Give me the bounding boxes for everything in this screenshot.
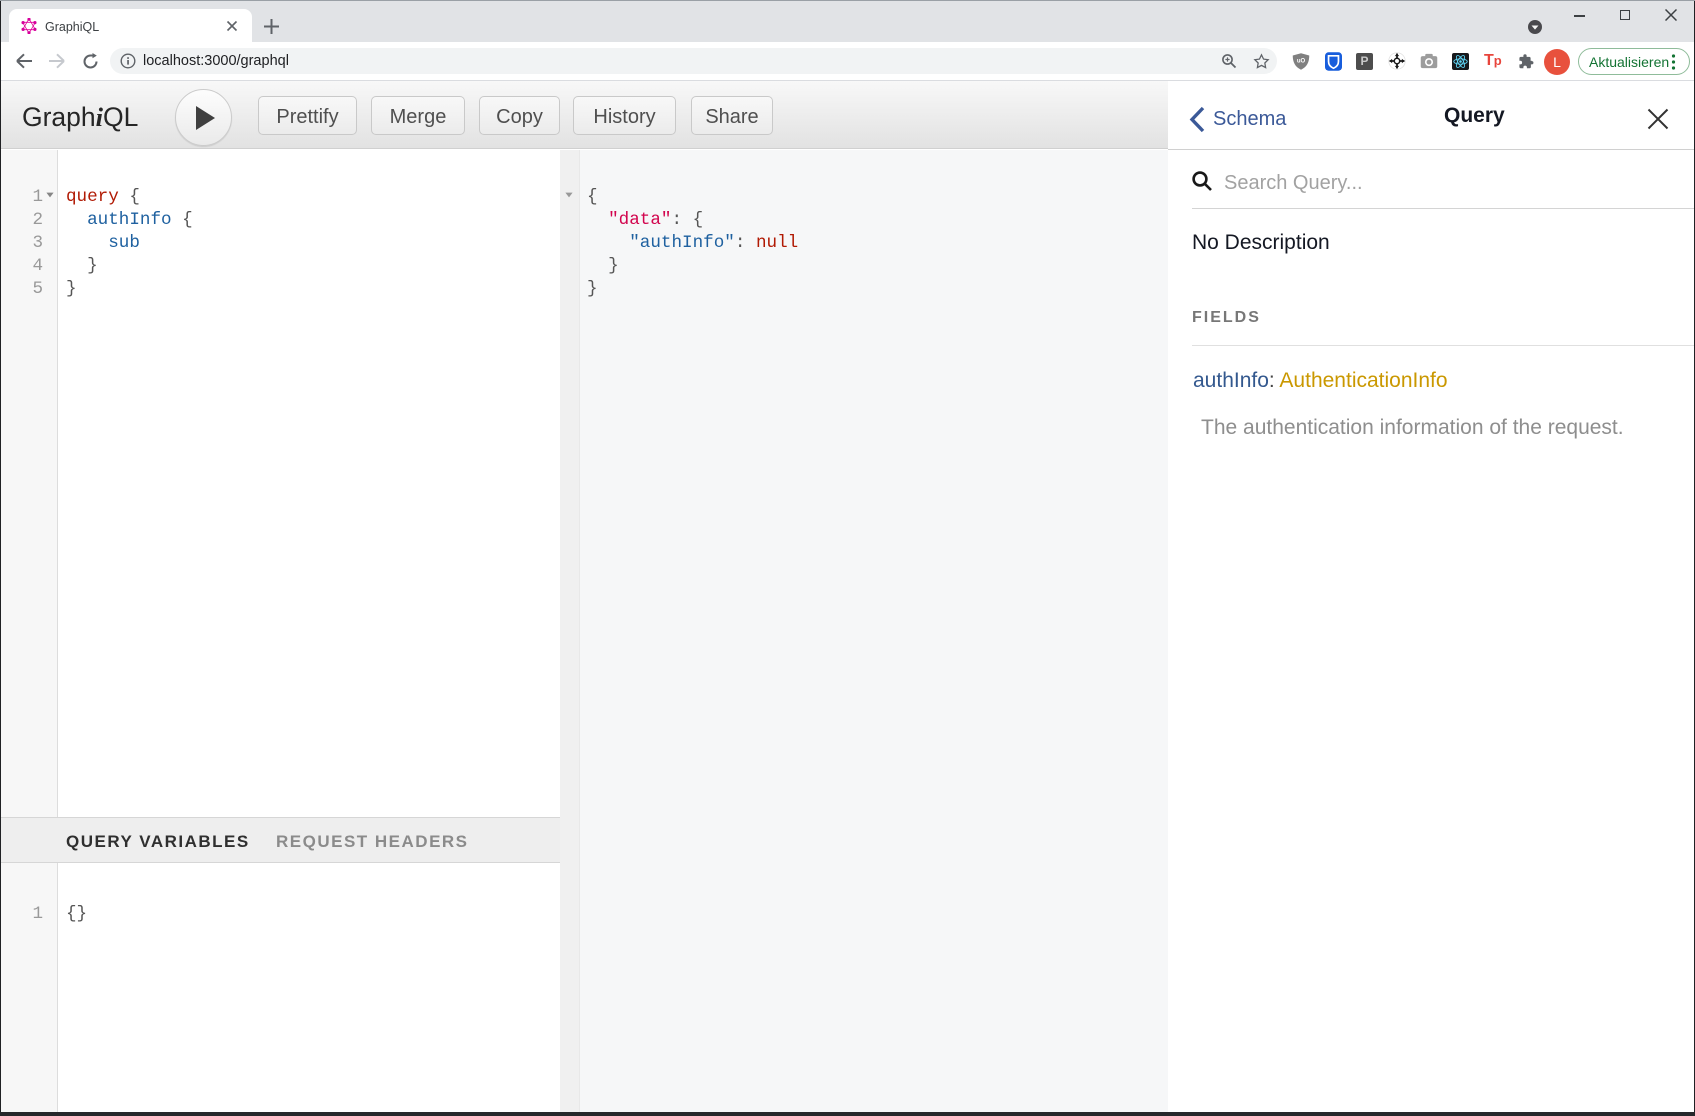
- svg-text:uO: uO: [1297, 59, 1306, 65]
